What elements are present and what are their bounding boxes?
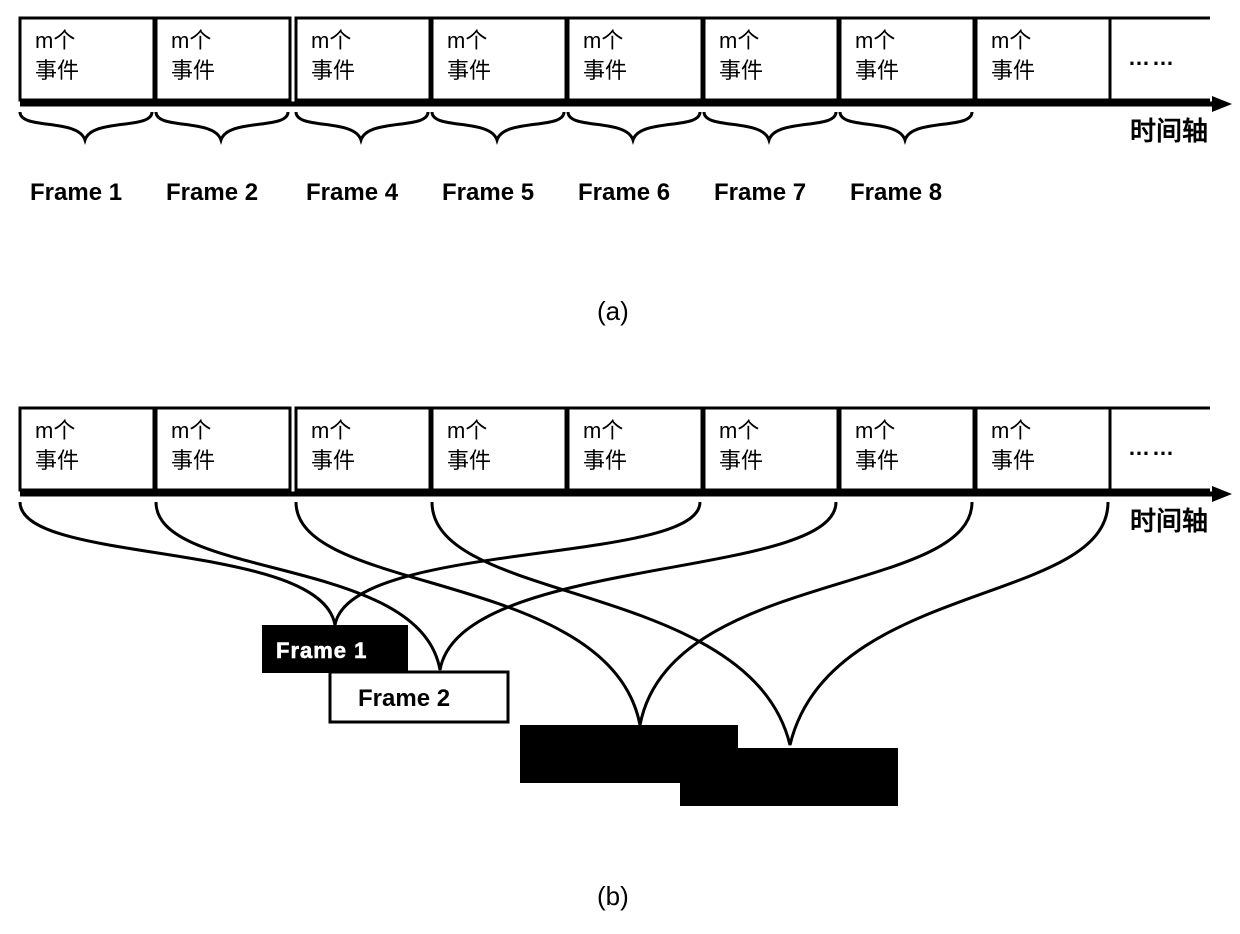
box-a-1-line2: 事件: [35, 58, 79, 83]
box-b-4-line2: 事件: [447, 448, 491, 473]
panel-b-label: (b): [597, 881, 629, 911]
box-b-8-line1: m个: [991, 418, 1031, 443]
boxes-row-b: m个 事件 m个 事件 m个 事件 m个 事件 m个 事件 m个 事件 m个 事…: [20, 408, 1210, 490]
box-a-6-line2: 事件: [719, 58, 763, 83]
frame-label-a-2: Frame 2: [166, 179, 258, 206]
frame1-box: Frame 1: [262, 625, 408, 673]
box-b-7-line2: 事件: [855, 448, 899, 473]
box-b-5-line1: m个: [583, 418, 623, 443]
box-b-1-line1: m个: [35, 418, 75, 443]
box-a-8-line2: 事件: [991, 58, 1035, 83]
box-a-1-line1: m个: [35, 28, 75, 53]
box-a-3-line2: 事件: [311, 58, 355, 83]
box-b-3-line2: 事件: [311, 448, 355, 473]
boxes-row-a: m个 事件 m个 事件 m个 事件 m个 事件 m个 事件 m个 事件 m个 事…: [20, 18, 1210, 100]
box-a-5-line2: 事件: [583, 58, 627, 83]
box-a-4-line1: m个: [447, 28, 487, 53]
box-a-4-line2: 事件: [447, 58, 491, 83]
frame2-box: Frame 2: [330, 672, 508, 722]
panel-a-label: (a): [597, 296, 629, 326]
box-b-4-line1: m个: [447, 418, 487, 443]
box-a-7-line2: 事件: [855, 58, 899, 83]
panel-b: m个 事件 m个 事件 m个 事件 m个 事件 m个 事件 m个 事件 m个 事…: [20, 408, 1232, 911]
box-a-5-line1: m个: [583, 28, 623, 53]
axis-label-a: 时间轴: [1130, 116, 1208, 146]
box-b-6-line2: 事件: [719, 448, 763, 473]
braces-a: [20, 112, 972, 140]
box-a-7-line1: m个: [855, 28, 895, 53]
frame4-box: [680, 748, 898, 806]
frame-label-a-3: Frame 4: [306, 179, 399, 206]
time-axis-b: 时间轴: [20, 486, 1232, 536]
frame-label-a-1: Frame 1: [30, 179, 122, 206]
box-b-5-line2: 事件: [583, 448, 627, 473]
frame-label-a-7: Frame 8: [850, 179, 942, 206]
frame-label-a-4: Frame 5: [442, 179, 534, 206]
frame-label-a-5: Frame 6: [578, 179, 670, 206]
frame-label-a-6: Frame 7: [714, 179, 806, 206]
box-a-6-line1: m个: [719, 28, 759, 53]
box-b-7-line1: m个: [855, 418, 895, 443]
box-b-8-line2: 事件: [991, 448, 1035, 473]
box-a-8-line1: m个: [991, 28, 1031, 53]
axis-label-b: 时间轴: [1130, 506, 1208, 536]
box-b-3-line1: m个: [311, 418, 351, 443]
ellipsis-a: ……: [1128, 45, 1176, 70]
box-a-2-line1: m个: [171, 28, 211, 53]
braces-b: [20, 502, 1108, 745]
box-b-6-line1: m个: [719, 418, 759, 443]
frame2-box-label: Frame 2: [358, 685, 450, 712]
time-axis-a: 时间轴: [20, 96, 1232, 146]
box-a-3-line1: m个: [311, 28, 351, 53]
box-b-2-line2: 事件: [171, 448, 215, 473]
box-b-2-line1: m个: [171, 418, 211, 443]
frame-labels-a: Frame 1 Frame 2 Frame 4 Frame 5 Frame 6 …: [30, 179, 942, 206]
frame1-box-label: Frame 1: [276, 638, 367, 663]
panel-a: m个 事件 m个 事件 m个 事件 m个 事件 m个 事件 m个 事件 m个 事…: [20, 18, 1232, 326]
box-a-2-line2: 事件: [171, 58, 215, 83]
diagram-root: m个 事件 m个 事件 m个 事件 m个 事件 m个 事件 m个 事件 m个 事…: [0, 0, 1240, 934]
box-b-1-line2: 事件: [35, 448, 79, 473]
ellipsis-b: ……: [1128, 435, 1176, 460]
